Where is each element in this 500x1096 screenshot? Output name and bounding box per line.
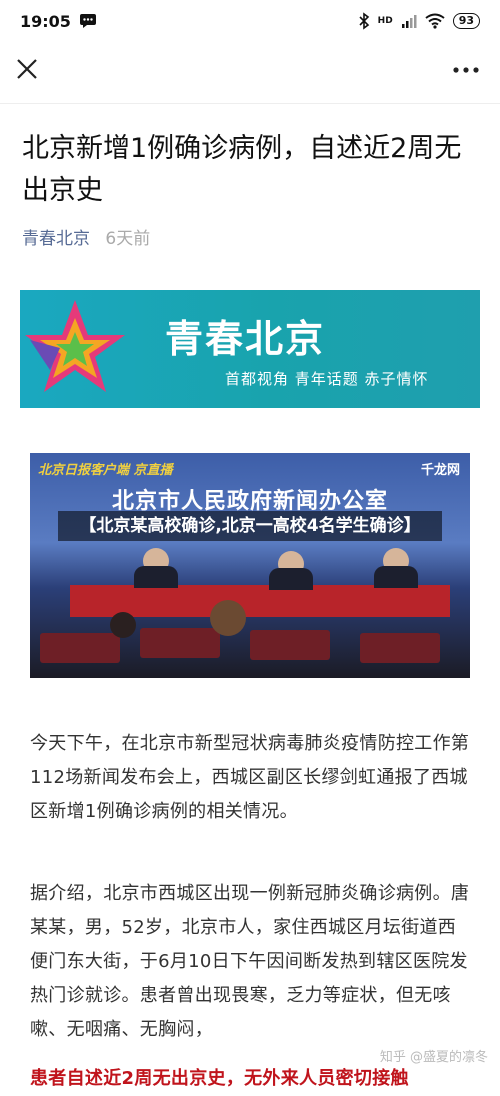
publish-time: 6天前: [105, 229, 151, 249]
article-title: 北京新增1例确诊病例，自述近2周无出京史: [22, 133, 462, 206]
close-icon[interactable]: [12, 54, 42, 84]
photo-caption: 【北京某高校确诊,北京一高校4名学生确诊】: [58, 511, 442, 541]
paragraph-3-highlight: 患者自述近2周无出京史，无外来人员密切接触: [30, 1068, 409, 1089]
paragraph-2: 据介绍，北京市西城区出现一例新冠肺炎确诊病例。唐某某，男，52岁，北京市人，家住…: [30, 883, 470, 1040]
watermark: 知乎 @盛夏的凛冬: [379, 1050, 488, 1065]
speaker-body: [134, 566, 178, 588]
speaker-body: [374, 566, 418, 588]
signal-icon: [401, 15, 417, 28]
speaker-body: [269, 568, 313, 590]
star-logo-icon: [25, 300, 125, 392]
battery-icon: 93: [452, 13, 480, 29]
news-photo[interactable]: 北京日报客户端 京直播 千龙网 北京市人民政府新闻办公室 【北京某高校确诊,北京…: [30, 453, 470, 678]
audience-seats: [30, 600, 470, 678]
bluetooth-icon: [359, 12, 369, 30]
account-banner: 青春北京 首都视角 青年话题 赤子情怀: [20, 290, 480, 408]
status-bar: 19:05 HD 93: [0, 0, 500, 42]
photo-logos: 北京日报客户端 京直播: [38, 463, 173, 478]
wifi-icon: [425, 13, 445, 29]
author-link[interactable]: 青春北京: [22, 229, 90, 249]
clock: 19:05: [20, 11, 71, 31]
network-label: HD: [377, 16, 393, 26]
banner-slogan: 首都视角 青年话题 赤子情怀: [225, 370, 429, 388]
photo-qianlong-logo: 千龙网: [420, 463, 460, 478]
paragraph-1: 今天下午，在北京市新型冠状病毒肺炎疫情防控工作第112场新闻发布会上，西城区副区…: [30, 733, 470, 822]
banner-title: 青春北京: [165, 316, 326, 361]
more-icon[interactable]: [446, 60, 486, 80]
nav-bar: [0, 42, 500, 104]
article-meta: 青春北京 6天前: [22, 224, 150, 249]
message-icon: [79, 14, 96, 28]
